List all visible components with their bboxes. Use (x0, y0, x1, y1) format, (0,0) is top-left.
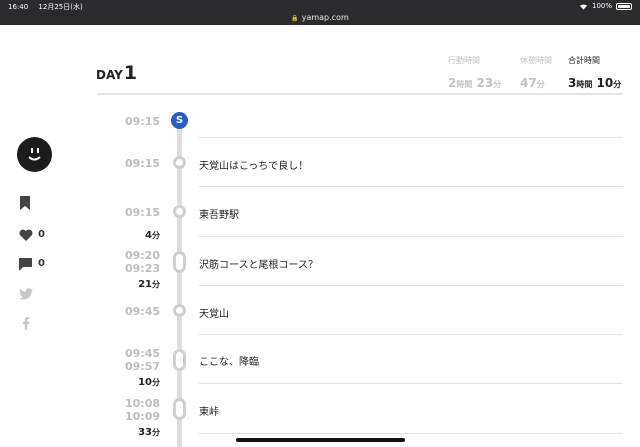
bookmark-button[interactable] (19, 196, 31, 210)
row-divider (199, 186, 623, 187)
avatar[interactable] (17, 137, 52, 172)
entry-time-end: 09:23 (124, 262, 160, 275)
comment-icon (19, 258, 32, 271)
status-date: 12月25日(水) (38, 3, 83, 11)
browser-top-bar: 16:40 12月25日(水) 100% 🔒 yamap.com (0, 0, 640, 25)
segment-duration: 10分 (138, 377, 160, 388)
total-time-stat: 合計時間 3時間 10分 (568, 55, 621, 91)
entry-time-end: 09:57 (124, 360, 160, 373)
moving-time-stat: 行動時間 2時間 23分 (448, 55, 501, 91)
entry-time-start: 09:20 (124, 249, 160, 262)
entry-time: 09:45 (124, 305, 160, 318)
timeline-entry-name[interactable]: 東峠 (199, 403, 219, 418)
facebook-share-button[interactable] (22, 317, 30, 330)
like-button[interactable] (19, 229, 33, 241)
facebook-icon (22, 317, 30, 330)
timeline-stay-node-icon (173, 398, 186, 420)
comment-button[interactable] (19, 258, 32, 271)
entry-time: 09:15 (124, 157, 160, 170)
duration-unit: 分 (152, 231, 160, 240)
total-time-minutes-unit: 分 (613, 80, 622, 89)
total-time-caption: 合計時間 (568, 56, 600, 65)
row-divider (199, 137, 623, 138)
timeline-node-icon (173, 304, 186, 317)
header-divider (97, 93, 623, 95)
twitter-icon (19, 288, 33, 300)
moving-time-value: 2時間 23分 (448, 76, 501, 90)
day-number: 1 (123, 62, 138, 84)
timeline-stay-node-icon (173, 349, 186, 371)
duration-unit: 分 (152, 428, 160, 437)
twitter-share-button[interactable] (19, 288, 33, 300)
timeline-node-icon (173, 205, 186, 218)
bookmark-icon (20, 196, 30, 210)
status-time: 16:40 (8, 3, 29, 11)
timeline-node-icon (173, 156, 186, 169)
entry-time: 09:15 (124, 206, 160, 219)
battery-percent: 100% (591, 2, 612, 10)
row-divider (199, 285, 623, 286)
status-time-date: 16:40 12月25日(水) (8, 2, 91, 12)
total-time-minutes: 10 (596, 76, 614, 90)
break-time-caption: 休憩時間 (520, 56, 552, 65)
timeline-stay-node-icon (173, 251, 186, 273)
avatar-face-icon (28, 148, 41, 161)
entry-time-end: 10:09 (124, 410, 160, 423)
break-time-minutes: 47 (520, 76, 537, 90)
segment-duration: 21分 (138, 279, 160, 290)
entry-time-start: 09:45 (124, 347, 160, 360)
duration-value: 21 (138, 279, 152, 290)
moving-time-minutes: 23 (476, 76, 494, 90)
duration-unit: 分 (152, 378, 160, 387)
day-label: DAY (96, 68, 123, 82)
entry-time-start: 10:08 (124, 397, 160, 410)
row-divider (199, 433, 623, 434)
home-indicator[interactable] (236, 438, 405, 442)
moving-time-caption: 行動時間 (448, 56, 480, 65)
start-time: 09:15 (124, 115, 160, 128)
heart-icon (19, 229, 33, 241)
total-time-value: 3時間 10分 (568, 76, 621, 90)
start-marker-icon: S (171, 112, 188, 129)
address-bar[interactable]: 🔒 yamap.com (0, 13, 640, 22)
battery-icon (616, 2, 632, 10)
segment-duration: 4分 (145, 230, 160, 241)
wifi-icon (579, 3, 587, 10)
duration-value: 10 (138, 377, 152, 388)
day-title: DAY1 (96, 62, 137, 84)
timeline-entry-name[interactable]: 天覚山 (199, 305, 229, 320)
duration-value: 4 (145, 230, 152, 241)
row-divider (199, 236, 623, 237)
row-divider (199, 383, 623, 384)
moving-time-minutes-unit: 分 (493, 80, 502, 89)
segment-duration: 33分 (138, 427, 160, 438)
timeline-entry-name[interactable]: 沢筋コースと尾根コース？ (199, 256, 318, 271)
row-divider (199, 334, 623, 335)
timeline-entry-name[interactable]: 東吾野駅 (199, 206, 239, 221)
duration-value: 33 (138, 427, 152, 438)
url-text: yamap.com (301, 13, 349, 22)
lock-icon: 🔒 (291, 15, 299, 22)
comment-count: 0 (38, 258, 45, 269)
status-indicators: 100% (579, 2, 632, 10)
duration-unit: 分 (152, 280, 160, 289)
break-time-value: 47分 (520, 76, 545, 90)
total-time-hours-unit: 時間 (576, 80, 593, 89)
break-time-stat: 休憩時間 47分 (520, 55, 552, 91)
timeline-entry-name[interactable]: ここな、降臨 (199, 353, 259, 368)
moving-time-hours-unit: 時間 (456, 80, 473, 89)
like-count: 0 (38, 229, 45, 240)
timeline-entry-name[interactable]: 天覚山はこっちで良し！ (199, 157, 308, 172)
break-time-minutes-unit: 分 (536, 80, 545, 89)
